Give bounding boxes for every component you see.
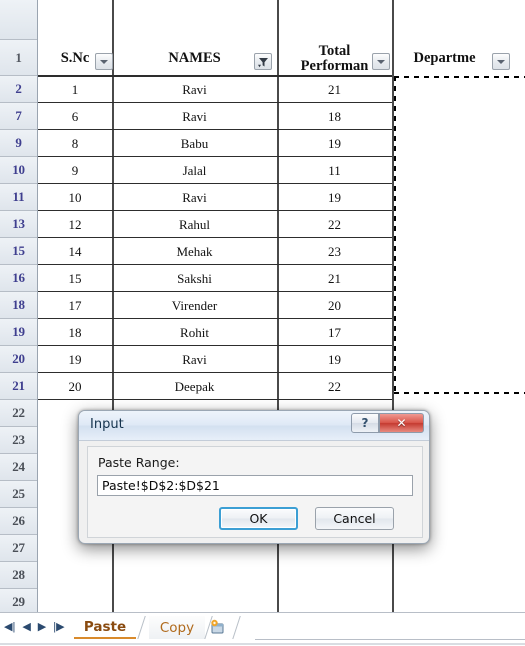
dialog-titlebar[interactable]: Input ? ✕ <box>79 411 429 441</box>
cell-perf-16[interactable]: 21 <box>277 265 392 292</box>
row-header-13[interactable]: 13 <box>0 211 37 238</box>
row-header-10[interactable]: 10 <box>0 157 37 184</box>
filter-button-sno[interactable] <box>95 53 113 70</box>
cell-perf-9[interactable]: 19 <box>277 130 392 157</box>
cell-sno-15[interactable]: 14 <box>38 238 112 265</box>
row-header-27[interactable]: 27 <box>0 535 37 562</box>
row-header-21[interactable]: 21 <box>0 373 37 400</box>
cell-name-2[interactable]: Ravi <box>112 76 277 103</box>
cell-perf-7[interactable]: 18 <box>277 103 392 130</box>
cell-sno-10[interactable]: 9 <box>38 157 112 184</box>
help-button[interactable]: ? <box>351 413 379 433</box>
cell-perf-18[interactable]: 20 <box>277 292 392 319</box>
cell-perf-11[interactable]: 19 <box>277 184 392 211</box>
sheet-nav-arrows[interactable]: ◀| ◀ ▶ |▶ <box>4 619 66 636</box>
tab-divider <box>136 616 149 639</box>
cell-sno-21[interactable]: 20 <box>38 373 112 400</box>
column-header-performance-line2: Performan <box>300 59 369 75</box>
row-header-22[interactable]: 22 <box>0 400 37 427</box>
dialog-body: Paste Range: OK Cancel <box>87 446 423 538</box>
cell-perf-21[interactable]: 22 <box>277 373 392 400</box>
filter-button-names-active[interactable] <box>254 53 272 70</box>
row-header-7[interactable]: 7 <box>0 103 37 130</box>
cell-sno-20[interactable]: 19 <box>38 346 112 373</box>
grid-line <box>38 399 392 400</box>
close-icon[interactable]: ✕ <box>379 413 424 433</box>
tabbar-filler <box>255 639 525 640</box>
cell-name-13[interactable]: Rahul <box>112 211 277 238</box>
dialog-title: Input <box>90 417 124 432</box>
chevron-down-icon <box>100 59 108 64</box>
filter-button-performance[interactable] <box>372 53 390 70</box>
column-header-performance-line1: Total <box>318 42 351 59</box>
copy-selection-marquee <box>394 76 525 394</box>
row-header-1[interactable]: 1 <box>0 40 37 76</box>
row-header-19[interactable]: 19 <box>0 319 37 346</box>
sheet-tab-paste[interactable]: Paste <box>74 616 136 639</box>
row-header-28[interactable]: 28 <box>0 562 37 589</box>
cell-name-7[interactable]: Ravi <box>112 103 277 130</box>
ok-button[interactable]: OK <box>219 507 298 530</box>
chevron-down-icon <box>377 59 385 64</box>
input-dialog[interactable]: Input ? ✕ Paste Range: OK Cancel <box>78 410 430 544</box>
nav-last-icon[interactable]: |▶ <box>53 622 64 633</box>
cell-sno-9[interactable]: 8 <box>38 130 112 157</box>
cell-perf-2[interactable]: 21 <box>277 76 392 103</box>
paste-range-input[interactable] <box>97 475 413 496</box>
row-header-16[interactable]: 16 <box>0 265 37 292</box>
cell-name-15[interactable]: Mehak <box>112 238 277 265</box>
cell-perf-10[interactable]: 11 <box>277 157 392 184</box>
row-header-25[interactable]: 25 <box>0 481 37 508</box>
row-header-11[interactable]: 11 <box>0 184 37 211</box>
cell-sno-2[interactable]: 1 <box>38 76 112 103</box>
cell-perf-13[interactable]: 22 <box>277 211 392 238</box>
row-header-18[interactable]: 18 <box>0 292 37 319</box>
row-header-20[interactable]: 20 <box>0 346 37 373</box>
row-header-15[interactable]: 15 <box>0 238 37 265</box>
column-header-sno-label: S.Nc <box>60 49 90 66</box>
nav-prev-icon[interactable]: ◀ <box>22 622 30 633</box>
cell-sno-7[interactable]: 6 <box>38 103 112 130</box>
row-header-2[interactable]: 2 <box>0 76 37 103</box>
filter-funnel-icon <box>257 56 269 68</box>
cell-sno-11[interactable]: 10 <box>38 184 112 211</box>
cell-perf-20[interactable]: 19 <box>277 346 392 373</box>
cell-name-11[interactable]: Ravi <box>112 184 277 211</box>
nav-next-icon[interactable]: ▶ <box>38 622 46 633</box>
row-header-9[interactable]: 9 <box>0 130 37 157</box>
chevron-down-icon <box>497 59 505 64</box>
cancel-button[interactable]: Cancel <box>315 507 394 530</box>
cell-name-18[interactable]: Virender <box>112 292 277 319</box>
cell-name-19[interactable]: Rohit <box>112 319 277 346</box>
row-header-26[interactable]: 26 <box>0 508 37 535</box>
row-header-24[interactable]: 24 <box>0 454 37 481</box>
insert-worksheet-icon[interactable] <box>208 618 228 637</box>
column-header-names-label: NAMES <box>168 49 221 66</box>
nav-first-icon[interactable]: ◀| <box>4 622 15 633</box>
paste-range-label: Paste Range: <box>98 455 180 470</box>
cell-name-9[interactable]: Babu <box>112 130 277 157</box>
cell-name-10[interactable]: Jalal <box>112 157 277 184</box>
sheet-tab-bar[interactable]: ◀| ◀ ▶ |▶ Paste Copy <box>0 612 525 646</box>
cell-name-20[interactable]: Ravi <box>112 346 277 373</box>
cell-sno-16[interactable]: 15 <box>38 265 112 292</box>
cell-perf-15[interactable]: 23 <box>277 238 392 265</box>
tab-divider <box>231 616 244 639</box>
cell-sno-18[interactable]: 17 <box>38 292 112 319</box>
filter-button-department[interactable] <box>492 53 510 70</box>
sheet-tab-copy[interactable]: Copy <box>149 616 205 639</box>
cell-sno-13[interactable]: 12 <box>38 211 112 238</box>
row-header-gutter <box>0 0 37 40</box>
row-header-23[interactable]: 23 <box>0 427 37 454</box>
cell-sno-19[interactable]: 18 <box>38 319 112 346</box>
cell-name-21[interactable]: Deepak <box>112 373 277 400</box>
column-header-names[interactable]: NAMES <box>112 40 277 76</box>
cell-name-16[interactable]: Sakshi <box>112 265 277 292</box>
cell-perf-19[interactable]: 17 <box>277 319 392 346</box>
